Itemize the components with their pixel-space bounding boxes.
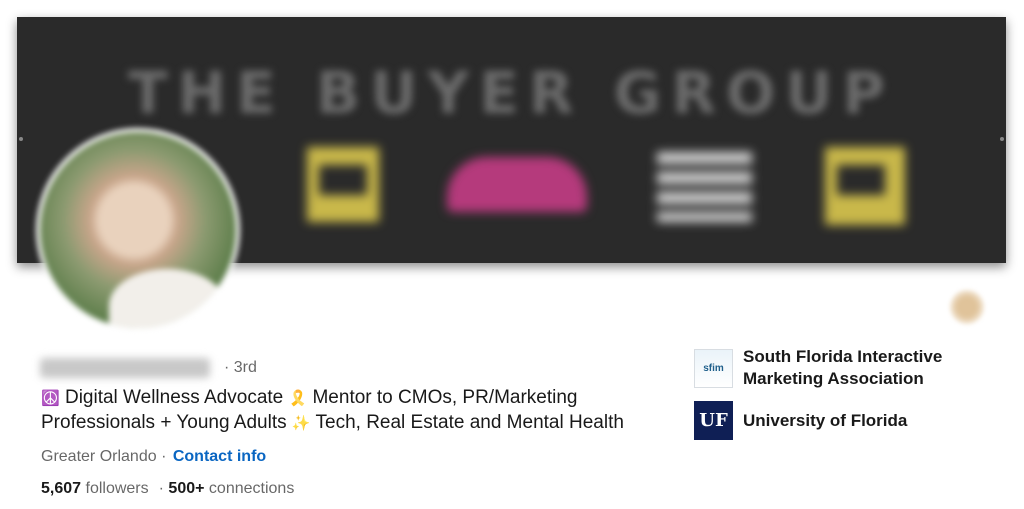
followers-count: 5,607 bbox=[41, 480, 82, 497]
contact-info-link[interactable]: Contact info bbox=[173, 448, 266, 465]
org-item-sfima[interactable]: sfim South Florida Interactive Marketing… bbox=[694, 346, 963, 390]
connections-label[interactable]: connections bbox=[209, 480, 294, 497]
connections-count: 500+ bbox=[168, 480, 205, 497]
banner-logo-yellow-right bbox=[825, 147, 905, 225]
org-name: University of Florida bbox=[743, 410, 908, 430]
banner-logo-bars bbox=[657, 152, 752, 222]
org-name: South Florida Interactive Marketing Asso… bbox=[743, 347, 943, 388]
name-row: · 3rd bbox=[40, 357, 257, 379]
sparkles-icon: ✨ bbox=[291, 415, 311, 432]
uf-logo: UF bbox=[694, 401, 733, 440]
location-row: Greater Orlando · Contact info bbox=[41, 448, 266, 466]
profile-avatar[interactable] bbox=[36, 128, 240, 332]
connections-separator: · bbox=[158, 480, 164, 497]
sfima-logo: sfim bbox=[694, 348, 733, 388]
banner-title: THE BUYER GROUP bbox=[128, 59, 895, 127]
org-item-university[interactable]: UF University of Florida bbox=[694, 401, 963, 440]
location-separator: · bbox=[161, 448, 167, 465]
banner-edge-dot-left bbox=[19, 137, 23, 141]
network-stats: 5,607 followers · 500+ connections bbox=[41, 480, 294, 498]
headline-part-1: Digital Wellness Advocate bbox=[64, 387, 284, 408]
banner-logo-pink bbox=[447, 157, 587, 212]
headline-part-3: Tech, Real Estate and Mental Health bbox=[315, 412, 624, 433]
peace-icon: ☮️ bbox=[41, 390, 60, 407]
badge-icon[interactable] bbox=[950, 290, 984, 324]
connection-degree: · 3rd bbox=[224, 359, 257, 376]
banner-logo-yellow-left bbox=[307, 147, 379, 222]
followers-label[interactable]: followers bbox=[86, 480, 149, 497]
profile-name-redacted bbox=[40, 358, 210, 378]
profile-headline: ☮️ Digital Wellness Advocate 🎗️ Mentor t… bbox=[41, 386, 681, 436]
location-text: Greater Orlando bbox=[41, 448, 157, 465]
banner-edge-dot-right bbox=[1000, 137, 1004, 141]
ribbon-icon: 🎗️ bbox=[288, 390, 308, 407]
